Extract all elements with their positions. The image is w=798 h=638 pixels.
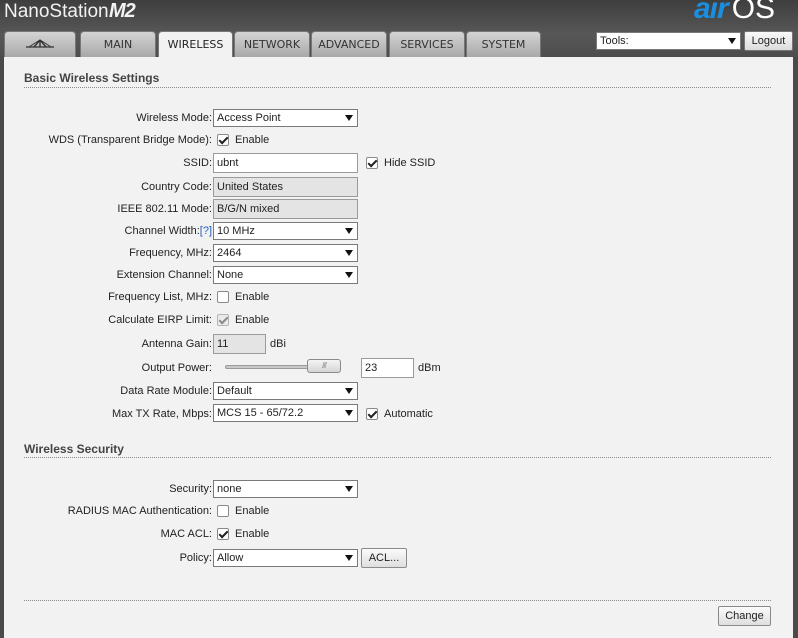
ssid-input[interactable]: ubnt — [213, 153, 358, 173]
max-tx-automatic-checkbox[interactable] — [366, 408, 378, 420]
output-power-label: Output Power: — [141, 362, 212, 374]
chevron-down-icon — [345, 486, 353, 492]
radius-mac-auth-label: RADIUS MAC Authentication: — [67, 505, 212, 517]
product-name: NanoStation — [4, 1, 109, 22]
ieee-mode-field: B/G/N mixed — [213, 199, 358, 219]
max-tx-rate-label: Max TX Rate, Mbps: — [111, 408, 212, 420]
airos-logo: air OS — [694, 0, 775, 24]
tab-wireless[interactable]: WIRELESS — [158, 31, 233, 58]
policy-value: Allow — [217, 552, 244, 564]
ubiquiti-logo-icon — [26, 39, 54, 48]
mac-acl-enable-label: Enable — [235, 528, 270, 540]
output-power-input[interactable]: 23 — [361, 358, 414, 378]
frequency-list-checkbox[interactable] — [217, 291, 229, 303]
chevron-down-icon — [345, 272, 353, 278]
eirp-limit-enable-label: Enable — [235, 314, 270, 326]
hide-ssid-checkbox[interactable] — [366, 157, 378, 169]
chevron-down-icon — [345, 555, 353, 561]
section-divider — [24, 457, 771, 458]
radius-mac-auth-checkbox[interactable] — [217, 505, 229, 517]
tab-main[interactable]: MAIN — [80, 31, 156, 57]
logout-button[interactable]: Logout — [744, 31, 793, 51]
channel-width-value: 10 MHz — [217, 225, 255, 237]
product-model: M2 — [109, 0, 136, 22]
tab-system[interactable]: SYSTEM — [466, 31, 541, 57]
section-title-security: Wireless Security — [24, 442, 124, 456]
wds-checkbox[interactable] — [217, 134, 229, 146]
security-select[interactable]: none — [213, 480, 358, 498]
chevron-down-icon — [345, 228, 353, 234]
logo-air-text: air — [694, 0, 729, 25]
header-bar: NanoStation M2 air OS MAIN WIRELESS NETWO… — [0, 0, 798, 58]
chevron-down-icon — [345, 250, 353, 256]
wds-enable-label: Enable — [235, 134, 270, 146]
security-label: Security: — [169, 483, 212, 495]
ieee-mode-label: IEEE 802.11 Mode: — [117, 203, 212, 215]
change-button[interactable]: Change — [718, 606, 771, 626]
extension-channel-value: None — [217, 269, 244, 281]
policy-select[interactable]: Allow — [213, 549, 358, 567]
chevron-down-icon — [728, 38, 736, 44]
chevron-down-icon — [345, 410, 353, 416]
ssid-label: SSID: — [183, 157, 212, 169]
footer-divider — [24, 600, 771, 601]
section-divider — [24, 87, 771, 88]
extension-channel-select[interactable]: None — [213, 266, 358, 284]
eirp-limit-label: Calculate EIRP Limit: — [108, 314, 212, 326]
tools-select[interactable]: Tools: — [596, 32, 741, 50]
chevron-down-icon — [345, 115, 353, 121]
frequency-value: 2464 — [217, 247, 242, 259]
wireless-mode-value: Access Point — [217, 112, 281, 124]
channel-width-help-link[interactable]: [?] — [200, 225, 212, 237]
eirp-limit-checkbox[interactable] — [217, 314, 229, 326]
antenna-gain-label: Antenna Gain: — [141, 338, 212, 350]
antenna-gain-unit: dBi — [270, 338, 286, 350]
content-panel: Basic Wireless Settings Wireless Mode: A… — [4, 57, 793, 638]
max-tx-rate-value: MCS 15 - 65/72.2 — [217, 407, 304, 419]
tab-services[interactable]: SERVICES — [389, 31, 465, 57]
wireless-mode-select[interactable]: Access Point — [213, 109, 358, 127]
max-tx-automatic-label: Automatic — [384, 408, 433, 420]
data-rate-module-value: Default — [217, 385, 252, 397]
channel-width-label-text: Channel Width: — [124, 225, 200, 237]
acl-button[interactable]: ACL... — [361, 548, 407, 568]
security-value: none — [217, 483, 242, 495]
tab-network[interactable]: NETWORK — [234, 31, 310, 57]
policy-label: Policy: — [179, 552, 212, 564]
channel-width-select[interactable]: 10 MHz — [213, 222, 358, 240]
tab-advanced[interactable]: ADVANCED — [311, 31, 387, 57]
wds-label: WDS (Transparent Bridge Mode): — [48, 134, 212, 146]
section-title-basic: Basic Wireless Settings — [24, 71, 160, 85]
max-tx-rate-select[interactable]: MCS 15 - 65/72.2 — [213, 404, 358, 422]
wireless-mode-label: Wireless Mode: — [136, 112, 212, 124]
country-code-label: Country Code: — [141, 181, 212, 193]
frequency-select[interactable]: 2464 — [213, 244, 358, 262]
country-code-field: United States — [213, 177, 358, 197]
mac-acl-checkbox[interactable] — [217, 528, 229, 540]
output-power-unit: dBm — [418, 362, 441, 374]
mac-acl-label: MAC ACL: — [160, 528, 212, 540]
output-power-slider-handle[interactable]: /// — [307, 359, 341, 373]
radius-mac-auth-enable-label: Enable — [235, 505, 270, 517]
channel-width-label: Channel Width:[?] — [4, 223, 212, 239]
data-rate-module-label: Data Rate Module: — [120, 385, 212, 397]
tools-select-value: Tools: — [600, 35, 629, 47]
extension-channel-label: Extension Channel: — [116, 269, 212, 281]
hide-ssid-label: Hide SSID — [384, 157, 436, 169]
frequency-list-enable-label: Enable — [235, 291, 270, 303]
data-rate-module-select[interactable]: Default — [213, 382, 358, 400]
logo-os-text: OS — [731, 0, 776, 25]
chevron-down-icon — [345, 388, 353, 394]
antenna-gain-field: 11 — [213, 334, 266, 354]
frequency-label: Frequency, MHz: — [129, 247, 212, 259]
frequency-list-label: Frequency List, MHz: — [108, 291, 212, 303]
tab-home-logo[interactable] — [4, 31, 76, 57]
